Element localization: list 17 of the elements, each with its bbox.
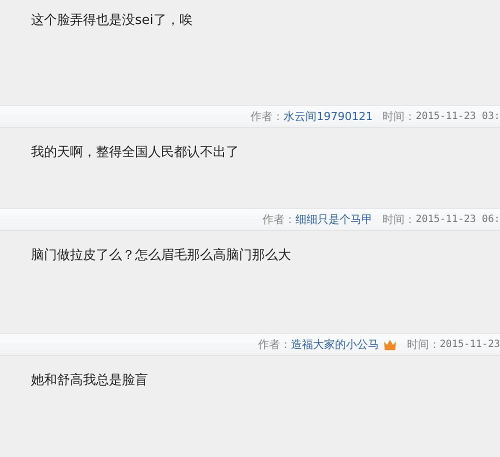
author-label: 作者：: [258, 337, 291, 352]
author-label: 作者：: [250, 109, 284, 124]
timestamp: 2015-11-23 03:: [416, 111, 500, 122]
author-link[interactable]: 细细只是个马甲: [296, 212, 373, 227]
comment-text: 脑门做拉皮了么？怎么眉毛那么高脑门那么大: [31, 247, 292, 265]
author-link[interactable]: 造福大家的小公马: [290, 337, 379, 352]
comment-text: 这个脸弄得也是没sei了，唉: [31, 12, 194, 30]
comment-text: 她和舒高我总是脸盲: [31, 372, 149, 390]
comment-text: 我的天啊，整得全国人民都认不出了: [31, 144, 240, 162]
time-label: 时间：: [382, 212, 416, 227]
time-label: 时间：: [382, 109, 416, 124]
author-link[interactable]: 水云间19790121: [284, 109, 373, 124]
timestamp: 2015-11-23: [440, 339, 500, 350]
timestamp: 2015-11-23 06:: [416, 214, 500, 225]
author-label: 作者：: [262, 212, 296, 227]
time-label: 时间：: [406, 337, 440, 352]
crown-icon: [382, 338, 397, 350]
